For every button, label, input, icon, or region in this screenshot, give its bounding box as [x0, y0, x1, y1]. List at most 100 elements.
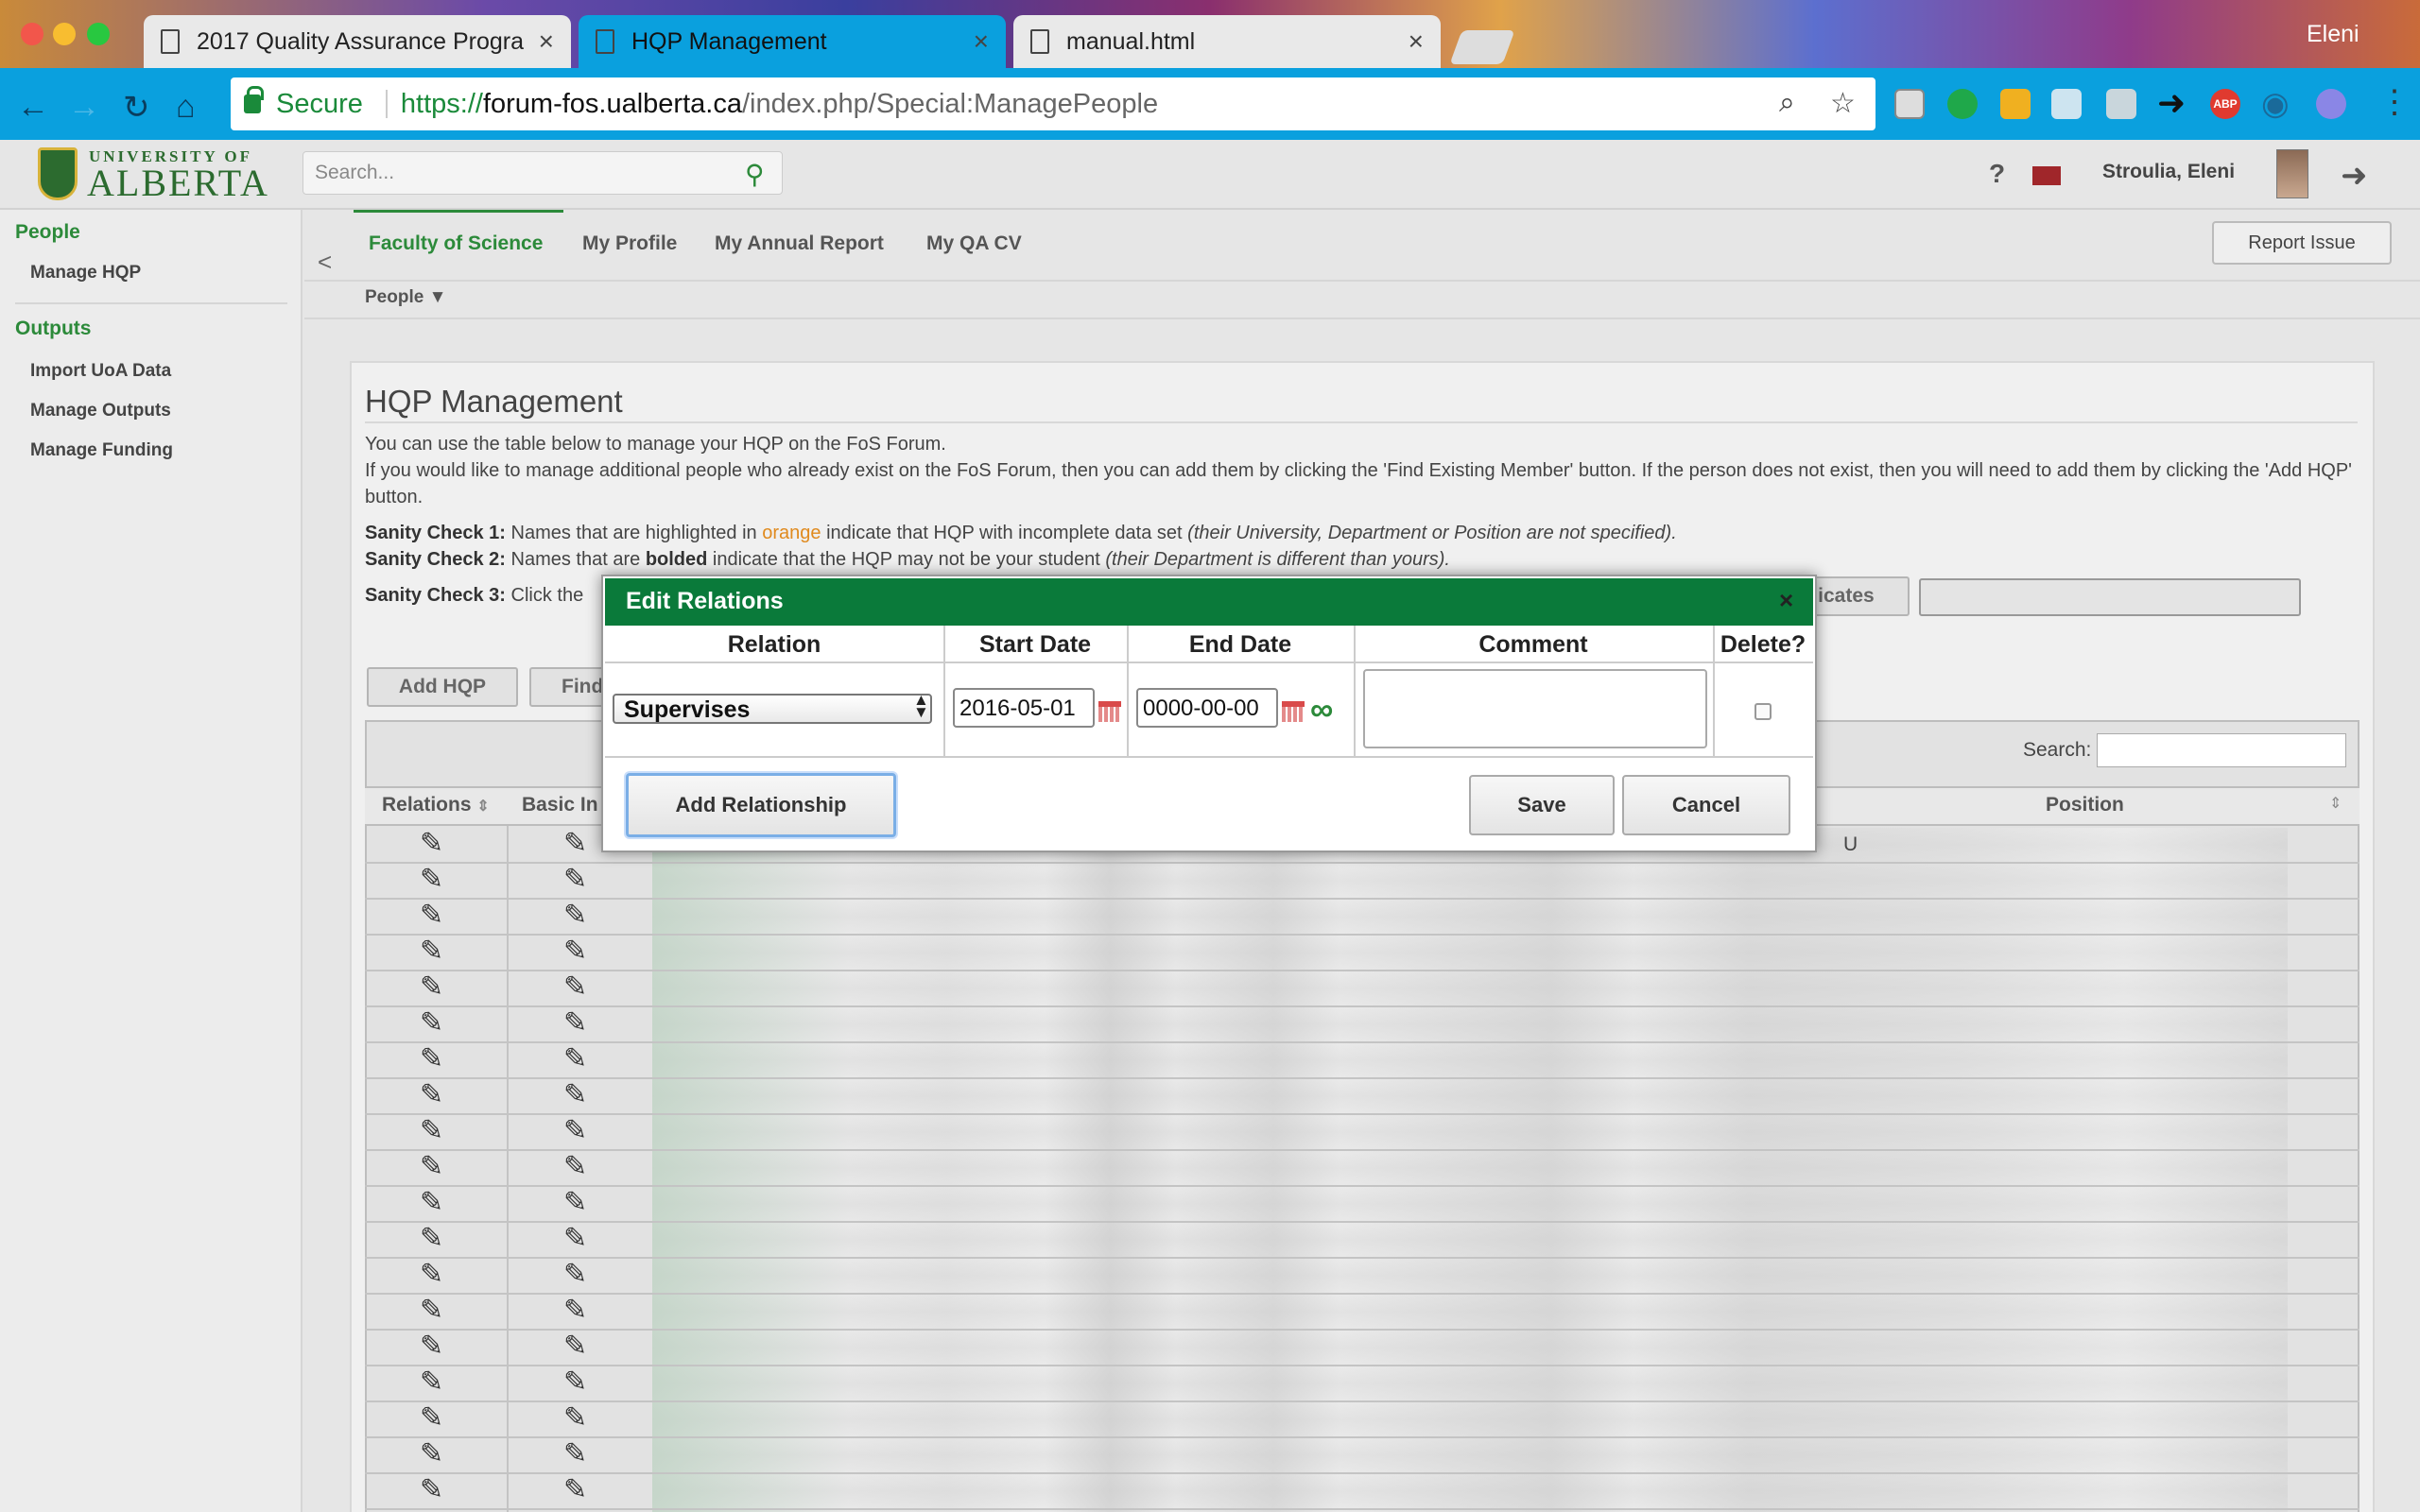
edit-basic-info-icon[interactable]: ✎ [563, 1332, 587, 1361]
tab-my-annual-report[interactable]: My Annual Report [715, 232, 884, 255]
edit-basic-info-icon[interactable]: ✎ [563, 902, 587, 930]
edit-relations-icon[interactable]: ✎ [420, 937, 443, 966]
cast-icon[interactable] [2051, 89, 2082, 119]
abp-icon[interactable]: ABP [2210, 89, 2240, 119]
menu-kebab-icon[interactable]: ⋮ [2378, 83, 2411, 121]
edit-basic-info-icon[interactable]: ✎ [563, 1225, 587, 1253]
add-hqp-button[interactable]: Add HQP [367, 667, 518, 707]
share-arrow-icon[interactable]: ➜ [2157, 83, 2186, 123]
edit-basic-info-icon[interactable]: ✎ [563, 1081, 587, 1109]
edit-basic-info-icon[interactable]: ✎ [563, 1297, 587, 1325]
tab-close-icon[interactable]: × [1409, 26, 1424, 57]
edit-relations-icon[interactable]: ✎ [420, 1332, 443, 1361]
edit-relations-icon[interactable]: ✎ [420, 1081, 443, 1109]
column-header-position[interactable]: Position [2046, 794, 2124, 816]
search-icon[interactable]: ⚲ [745, 159, 765, 190]
edit-relations-icon[interactable]: ✎ [420, 1368, 443, 1397]
edit-relations-icon[interactable]: ✎ [420, 1261, 443, 1289]
delete-checkbox[interactable] [1754, 703, 1772, 720]
tab-my-qa-cv[interactable]: My QA CV [926, 232, 1022, 255]
logout-icon[interactable]: ➜ [2341, 157, 2368, 195]
minimize-window-button[interactable] [53, 23, 76, 45]
edit-basic-info-icon[interactable]: ✎ [563, 1153, 587, 1181]
eye-icon[interactable]: ◉ [2261, 85, 2290, 123]
sort-icon[interactable]: ⇕ [2329, 794, 2342, 813]
edit-relations-icon[interactable]: ✎ [420, 1297, 443, 1325]
sidebar-item-manage-outputs[interactable]: Manage Outputs [30, 401, 171, 421]
tab-hqp-management[interactable]: HQP Management × [579, 15, 1006, 68]
zoom-icon[interactable]: ⌕ [1779, 87, 1795, 119]
sidebar-item-manage-funding[interactable]: Manage Funding [30, 440, 173, 461]
people-dropdown[interactable]: People ▼ [365, 287, 446, 308]
edit-basic-info-icon[interactable]: ✎ [563, 973, 587, 1002]
edit-relations-icon[interactable]: ✎ [420, 973, 443, 1002]
calendar-icon[interactable] [1098, 701, 1121, 722]
forward-icon[interactable]: → [68, 89, 100, 126]
sidebar-item-import-uoa-data[interactable]: Import UoA Data [30, 361, 171, 382]
edit-basic-info-icon[interactable]: ✎ [563, 1261, 587, 1289]
edit-relations-icon[interactable]: ✎ [420, 1225, 443, 1253]
edit-relations-icon[interactable]: ✎ [420, 1440, 443, 1469]
university-logo[interactable]: UNIVERSITY OF ALBERTA [38, 147, 268, 204]
edit-relations-icon[interactable]: ✎ [420, 866, 443, 894]
close-icon[interactable]: × [1779, 586, 1793, 615]
edit-relations-icon[interactable]: ✎ [420, 1009, 443, 1038]
edit-basic-info-icon[interactable]: ✎ [563, 1404, 587, 1433]
edit-basic-info-icon[interactable]: ✎ [563, 1117, 587, 1145]
edit-basic-info-icon[interactable]: ✎ [563, 866, 587, 894]
tab-close-icon[interactable]: × [974, 26, 989, 57]
vpn-icon[interactable] [2316, 89, 2346, 119]
edit-basic-info-icon[interactable]: ✎ [563, 1189, 587, 1217]
close-window-button[interactable] [21, 23, 43, 45]
tab-manual[interactable]: manual.html × [1013, 15, 1441, 68]
tab-qa-program[interactable]: 2017 Quality Assurance Progra × [144, 15, 571, 68]
comment-textarea[interactable] [1363, 669, 1707, 748]
sidebar-heading-people[interactable]: People [15, 221, 80, 244]
add-relationship-button[interactable]: Add Relationship [626, 773, 896, 837]
edit-relations-icon[interactable]: ✎ [420, 1153, 443, 1181]
zoom-window-button[interactable] [87, 23, 110, 45]
edit-basic-info-icon[interactable]: ✎ [563, 1009, 587, 1038]
end-date-input[interactable]: 0000-00-00 [1136, 688, 1278, 728]
chat-extension-icon[interactable] [1947, 89, 1978, 119]
edit-basic-info-icon[interactable]: ✎ [563, 937, 587, 966]
edit-relations-icon[interactable]: ✎ [420, 902, 443, 930]
edit-relations-icon[interactable]: ✎ [420, 1045, 443, 1074]
calendar-icon[interactable] [1282, 701, 1305, 722]
sidebar-item-manage-hqp[interactable]: Manage HQP [30, 263, 141, 284]
report-issue-button[interactable]: Report Issue [2212, 221, 2392, 265]
edit-relations-icon[interactable]: ✎ [420, 1476, 443, 1504]
sidebar-collapse-button[interactable]: < [318, 248, 332, 277]
edit-basic-info-icon[interactable]: ✎ [563, 1045, 587, 1074]
column-header-relations[interactable]: Relations ⇕ [382, 794, 490, 816]
tab-close-icon[interactable]: × [539, 26, 554, 57]
address-bar[interactable]: Secure https:// forum-fos.ualberta.ca /i… [231, 77, 1876, 130]
reload-icon[interactable]: ↻ [123, 89, 150, 127]
start-date-input[interactable]: 2016-05-01 [953, 688, 1095, 728]
edit-basic-info-icon[interactable]: ✎ [563, 1440, 587, 1469]
home-icon[interactable]: ⌂ [176, 89, 196, 126]
column-header-basic-info[interactable]: Basic In [522, 794, 598, 816]
relation-select[interactable]: Supervises [613, 694, 932, 724]
search-input[interactable]: Search... [302, 151, 783, 195]
edit-relations-icon[interactable]: ✎ [420, 830, 443, 858]
avatar[interactable] [2276, 149, 2308, 198]
sidebar-heading-outputs[interactable]: Outputs [15, 318, 91, 340]
save-button[interactable]: Save [1469, 775, 1615, 835]
table-search-input[interactable] [2097, 733, 2346, 767]
infinity-icon[interactable]: ∞ [1310, 692, 1333, 729]
edit-relations-icon[interactable]: ✎ [420, 1404, 443, 1433]
mail-icon[interactable] [2032, 166, 2061, 185]
edit-basic-info-icon[interactable]: ✎ [563, 1368, 587, 1397]
help-icon[interactable]: ? [1989, 159, 2005, 189]
back-icon[interactable]: ← [17, 89, 49, 126]
bookmark-star-icon[interactable]: ☆ [1830, 87, 1856, 120]
edit-basic-info-icon[interactable]: ✎ [563, 830, 587, 858]
user-name[interactable]: Stroulia, Eleni [2102, 161, 2235, 183]
tab-my-profile[interactable]: My Profile [582, 232, 677, 255]
tab-faculty-of-science[interactable]: Faculty of Science [369, 232, 543, 255]
profile-label[interactable]: Eleni [2307, 21, 2360, 48]
edit-relations-icon[interactable]: ✎ [420, 1189, 443, 1217]
rss-icon[interactable] [2000, 89, 2031, 119]
drive-icon[interactable] [2106, 89, 2136, 119]
